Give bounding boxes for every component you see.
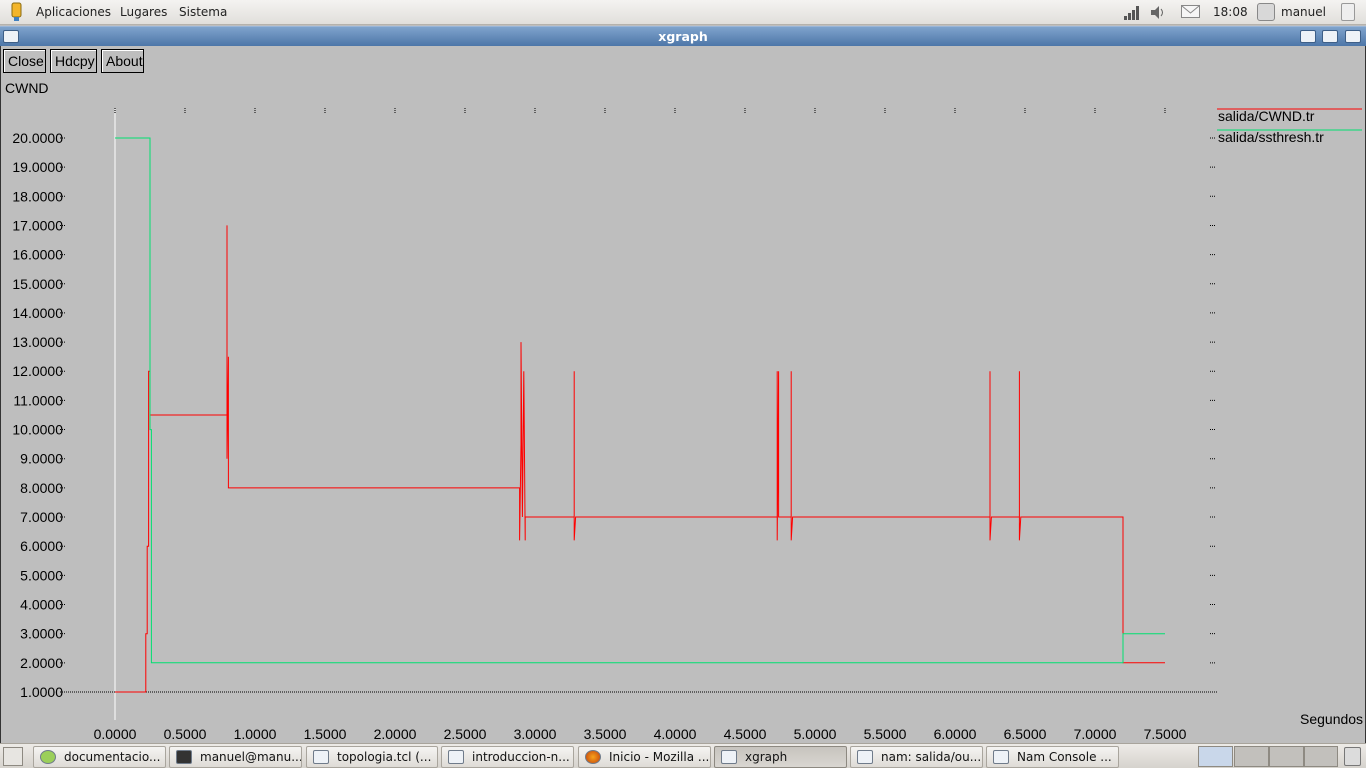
- x-tick-label: 1.5000: [304, 726, 347, 742]
- y-tick-label: 15.0000: [12, 276, 63, 292]
- x-tick-label: 3.0000: [514, 726, 557, 742]
- window-icon: [857, 750, 873, 764]
- y-tick-label: 11.0000: [13, 392, 63, 408]
- window-icon: [721, 750, 737, 764]
- y-tick-label: 17.0000: [12, 217, 63, 233]
- y-tick-label: 12.0000: [12, 363, 63, 379]
- y-tick-label: 1.0000: [20, 684, 63, 700]
- y-tick-label: 14.0000: [12, 305, 63, 321]
- x-tick-label: 1.0000: [234, 726, 277, 742]
- workspace-3[interactable]: [1269, 746, 1304, 767]
- firefox-icon: [585, 750, 601, 764]
- y-tick-label: 8.0000: [20, 480, 63, 496]
- window-icon: [993, 750, 1009, 764]
- taskbar-item-label: Nam Console ...: [1017, 750, 1112, 764]
- workspace-2[interactable]: [1234, 746, 1269, 767]
- legend-label: salida/ssthresh.tr: [1218, 129, 1324, 145]
- taskbar-item[interactable]: Inicio - Mozilla ...: [578, 746, 711, 768]
- x-tick-label: 3.5000: [584, 726, 627, 742]
- x-tick-label: 5.0000: [794, 726, 837, 742]
- y-tick-label: 9.0000: [20, 451, 63, 467]
- show-desktop-icon[interactable]: [3, 747, 23, 766]
- taskbar-item[interactable]: documentacio...: [33, 746, 166, 768]
- document-icon: [40, 750, 56, 764]
- taskbar-item[interactable]: topologia.tcl (...: [306, 746, 438, 768]
- y-tick-label: 3.0000: [20, 626, 63, 642]
- x-tick-label: 0.5000: [164, 726, 207, 742]
- taskbar-item[interactable]: xgraph: [714, 746, 847, 768]
- y-tick-label: 4.0000: [20, 597, 63, 613]
- x-tick-label: 0.0000: [94, 726, 137, 742]
- x-tick-label: 6.5000: [1004, 726, 1047, 742]
- taskbar-item[interactable]: nam: salida/ou...: [850, 746, 983, 768]
- workspace-4[interactable]: [1304, 746, 1338, 767]
- taskbar-item-label: topologia.tcl (...: [337, 750, 432, 764]
- y-tick-label: 19.0000: [12, 159, 63, 175]
- taskbar-item-label: nam: salida/ou...: [881, 750, 982, 764]
- series-line-ssthresh: [115, 137, 1165, 664]
- taskbar-item-label: xgraph: [745, 750, 788, 764]
- legend-label: salida/CWND.tr: [1218, 108, 1315, 124]
- workspace-1[interactable]: [1198, 746, 1233, 767]
- trash-icon[interactable]: [1344, 747, 1361, 766]
- x-tick-label: 6.0000: [934, 726, 977, 742]
- x-tick-label: 2.0000: [374, 726, 417, 742]
- taskbar-item[interactable]: Nam Console ...: [986, 746, 1119, 768]
- y-tick-label: 2.0000: [20, 655, 63, 671]
- x-tick-label: 4.5000: [724, 726, 767, 742]
- bottom-panel: documentacio... manuel@manu... topologia.t…: [0, 743, 1366, 768]
- x-tick-label: 5.5000: [864, 726, 907, 742]
- y-tick-label: 6.0000: [20, 538, 63, 554]
- terminal-icon: [176, 750, 192, 764]
- y-tick-label: 7.0000: [20, 509, 63, 525]
- taskbar-item-label: introduccion-n...: [472, 750, 570, 764]
- window-icon: [448, 750, 464, 764]
- y-tick-label: 13.0000: [12, 334, 63, 350]
- taskbar-item-label: manuel@manu...: [200, 750, 302, 764]
- series-line-cwnd: [115, 225, 1165, 693]
- y-tick-label: 10.0000: [12, 422, 63, 438]
- y-tick-label: 16.0000: [12, 247, 63, 263]
- x-tick-label: 7.0000: [1074, 726, 1117, 742]
- taskbar-item-label: documentacio...: [64, 750, 161, 764]
- x-tick-label: 4.0000: [654, 726, 697, 742]
- taskbar-item[interactable]: introduccion-n...: [441, 746, 574, 768]
- taskbar-item[interactable]: manuel@manu...: [169, 746, 302, 768]
- y-tick-label: 20.0000: [12, 130, 63, 146]
- y-tick-label: 18.0000: [12, 188, 63, 204]
- taskbar-item-label: Inicio - Mozilla ...: [609, 750, 710, 764]
- x-tick-label: 7.5000: [1144, 726, 1187, 742]
- text-editor-icon: [313, 750, 329, 764]
- x-tick-label: 2.5000: [444, 726, 487, 742]
- y-tick-label: 5.0000: [20, 567, 63, 583]
- xgraph-plot: 1.0000 2.0000 3.0000 4.0000 5.0000 6.0000 7.00…: [12, 108, 1362, 742]
